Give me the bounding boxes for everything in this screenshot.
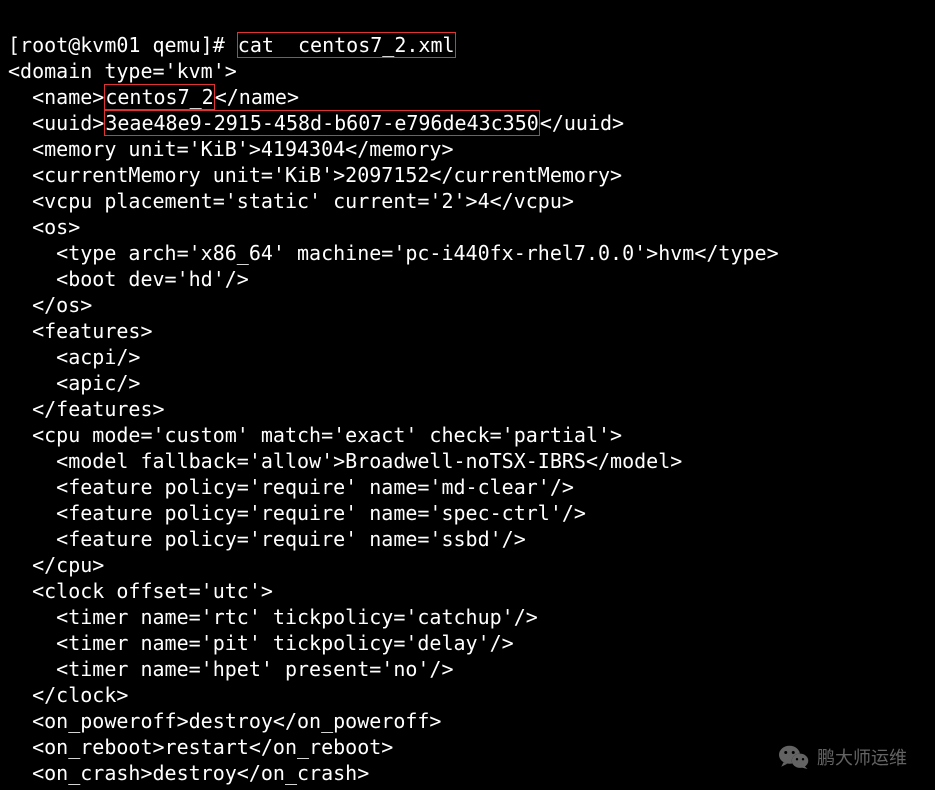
xml-line: <timer name='hpet' present='no'/>: [8, 657, 454, 681]
xml-line: <os>: [8, 215, 80, 239]
xml-line: <apic/>: [8, 371, 140, 395]
name-highlight: centos7_2: [104, 84, 214, 110]
xml-line: <clock offset='utc'>: [8, 579, 273, 603]
terminal-output[interactable]: [root@kvm01 qemu]# cat centos7_2.xml <do…: [0, 0, 935, 790]
command-highlight: cat centos7_2.xml: [237, 32, 456, 58]
shell-prompt: [root@kvm01 qemu]#: [8, 33, 237, 57]
xml-line: </clock>: [8, 683, 128, 707]
xml-line: <feature policy='require' name='spec-ctr…: [8, 501, 586, 525]
xml-line: </os>: [8, 293, 92, 317]
xml-line: </uuid>: [540, 111, 624, 135]
xml-line: <domain type='kvm'>: [8, 59, 237, 83]
xml-line: <name>: [8, 85, 104, 109]
xml-line: <currentMemory unit='KiB'>2097152</curre…: [8, 163, 622, 187]
wechat-icon: [779, 744, 809, 770]
xml-line: <timer name='pit' tickpolicy='delay'/>: [8, 631, 514, 655]
xml-line: <timer name='rtc' tickpolicy='catchup'/>: [8, 605, 538, 629]
xml-line: <on_poweroff>destroy</on_poweroff>: [8, 709, 441, 733]
xml-line: <acpi/>: [8, 345, 140, 369]
watermark-text: 鹏大师运维: [817, 744, 907, 770]
uuid-highlight: 3eae48e9-2915-458d-b607-e796de43c350: [104, 110, 539, 136]
xml-line: <boot dev='hd'/>: [8, 267, 249, 291]
xml-line: <memory unit='KiB'>4194304</memory>: [8, 137, 454, 161]
xml-line: <vcpu placement='static' current='2'>4</…: [8, 189, 574, 213]
xml-line: <type arch='x86_64' machine='pc-i440fx-r…: [8, 241, 779, 265]
xml-line: <features>: [8, 319, 153, 343]
xml-line: </name>: [215, 85, 299, 109]
xml-line: <uuid>: [8, 111, 104, 135]
xml-line: <on_reboot>restart</on_reboot>: [8, 735, 393, 759]
xml-line: <cpu mode='custom' match='exact' check='…: [8, 423, 622, 447]
xml-line: </features>: [8, 397, 165, 421]
xml-line: <on_crash>destroy</on_crash>: [8, 761, 369, 785]
xml-line: </cpu>: [8, 553, 104, 577]
xml-line: <feature policy='require' name='ssbd'/>: [8, 527, 526, 551]
watermark: 鹏大师运维: [779, 744, 907, 770]
xml-line: <feature policy='require' name='md-clear…: [8, 475, 574, 499]
xml-line: <model fallback='allow'>Broadwell-noTSX-…: [8, 449, 682, 473]
